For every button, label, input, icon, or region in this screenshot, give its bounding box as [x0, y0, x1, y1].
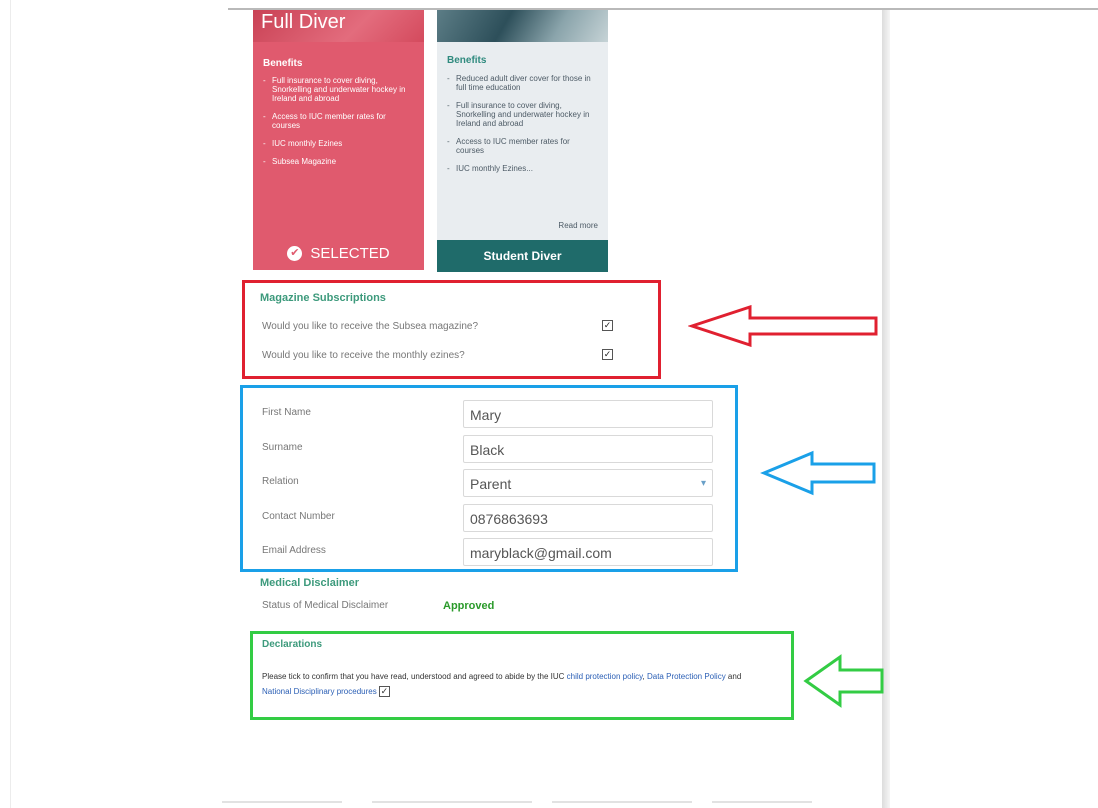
benefits-list: Reduced adult diver cover for those in f… [445, 74, 603, 182]
bottom-border [552, 801, 692, 803]
benefits-list: Full insurance to cover diving, Snorkell… [261, 76, 419, 175]
benefit-item: Access to IUC member rates for courses [445, 137, 595, 155]
plan-banner-image [437, 10, 608, 42]
bottom-border [222, 801, 342, 803]
medical-heading: Medical Disclaimer [260, 577, 360, 589]
red-arrow-icon [688, 305, 878, 347]
student-diver-button[interactable]: Student Diver [437, 240, 608, 272]
benefit-item: Reduced adult diver cover for those in f… [445, 74, 595, 92]
selected-button[interactable]: ✔ SELECTED [253, 236, 424, 270]
left-edge-line [10, 0, 11, 808]
benefit-item: Access to IUC member rates for courses [261, 112, 411, 130]
benefit-item: Full insurance to cover diving, Snorkell… [261, 76, 411, 103]
benefits-heading: Benefits [447, 55, 487, 66]
medical-status-label: Status of Medical Disclaimer [262, 600, 389, 611]
highlight-box-red [242, 280, 661, 379]
read-more-link[interactable]: Read more [558, 221, 598, 230]
plan-title: Full Diver [261, 11, 346, 33]
bottom-border [712, 801, 812, 803]
plan-card-student-diver[interactable]: Benefits Reduced adult diver cover for t… [437, 10, 608, 272]
benefit-item: Subsea Magazine [261, 157, 411, 166]
plan-card-full-diver[interactable]: Full Diver Benefits Full insurance to co… [253, 10, 424, 270]
highlight-box-green [250, 631, 794, 720]
green-arrow-icon [803, 654, 884, 708]
benefit-item: IUC monthly Ezines [261, 139, 411, 148]
selected-label: SELECTED [310, 244, 390, 262]
benefits-heading: Benefits [263, 58, 303, 69]
benefit-item: Full insurance to cover diving, Snorkell… [445, 101, 595, 128]
check-circle-icon: ✔ [287, 245, 303, 261]
bottom-border [372, 801, 532, 803]
blue-arrow-icon [760, 450, 876, 496]
highlight-box-blue [240, 385, 738, 572]
benefit-item: IUC monthly Ezines... [445, 164, 595, 173]
medical-status-value: Approved [443, 600, 495, 612]
